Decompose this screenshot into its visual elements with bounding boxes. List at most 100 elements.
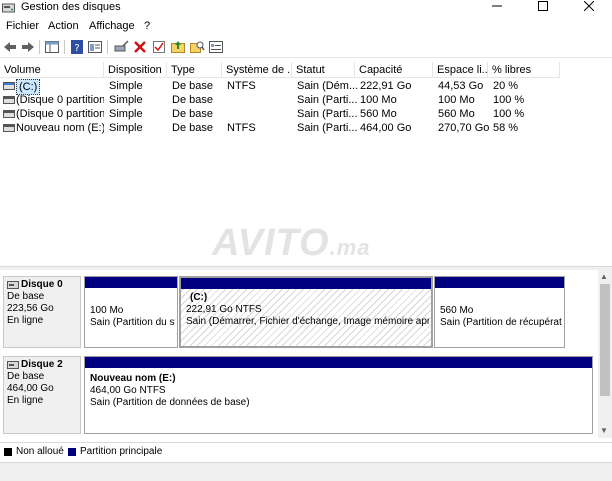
check-icon[interactable] — [151, 39, 167, 55]
status-bar — [0, 462, 612, 481]
console-tree-icon[interactable] — [44, 39, 60, 55]
legend-label: Partition principale — [80, 446, 163, 457]
table-row[interactable]: (Disque 0 partition... Simple De base Sa… — [0, 93, 560, 107]
volume-percent-free: 100 % — [493, 94, 525, 106]
column-header-disposition[interactable]: Disposition — [104, 62, 167, 78]
partition-disk0-system[interactable]: 100 Mo Sain (Partition du sys — [84, 276, 178, 348]
delete-icon[interactable] — [132, 39, 148, 55]
volume-status: Sain (Parti... — [297, 94, 358, 106]
volume-name: (Disque 0 partition... — [16, 108, 104, 120]
svg-text:?: ? — [74, 43, 79, 54]
menu-bar: Fichier Action Affichage ? — [0, 19, 612, 35]
watermark-suffix: .ma — [329, 235, 371, 260]
toolbar-separator — [107, 40, 108, 54]
disk-state: En ligne — [7, 395, 44, 406]
volume-icon — [3, 96, 15, 104]
partition-size: 222,91 Go NTFS — [186, 304, 262, 315]
toolbar: ? — [0, 37, 612, 58]
volume-icon — [3, 82, 15, 90]
column-header-status[interactable]: Statut — [292, 62, 355, 78]
back-arrow-icon[interactable] — [2, 39, 18, 55]
legend-swatch-unallocated — [4, 448, 12, 456]
minimize-button[interactable] — [474, 0, 520, 17]
legend: Non alloué Partition principale — [0, 442, 612, 461]
partition-size: 100 Mo — [90, 305, 124, 316]
scrollbar-thumb[interactable] — [600, 284, 610, 396]
properties-icon[interactable] — [87, 39, 103, 55]
disk-0-label[interactable]: Disque 0 De base 223,56 Go En ligne — [3, 276, 81, 348]
disk-graphic-view: Disque 0 De base 223,56 Go En ligne 100 … — [0, 270, 598, 438]
partition-disk0-c[interactable]: (C:) 222,91 Go NTFS Sain (Démarrer, Fich… — [179, 276, 433, 348]
partition-size: 560 Mo — [440, 305, 474, 316]
volume-status: Sain (Parti... — [297, 108, 358, 120]
column-header-filesystem[interactable]: Système de ... — [222, 62, 292, 78]
partition-status: Sain (Partition du sys — [90, 317, 175, 328]
volume-filesystem: NTFS — [227, 80, 256, 92]
disk-icon — [7, 361, 19, 369]
disk-icon — [7, 281, 19, 289]
disk-management-icon — [2, 3, 15, 13]
volume-percent-free: 100 % — [493, 108, 525, 120]
column-header-capacity[interactable]: Capacité — [355, 62, 433, 78]
volume-capacity: 100 Mo — [360, 94, 397, 106]
table-row[interactable]: Nouveau nom (E:) Simple De base NTFS Sai… — [0, 121, 560, 135]
scroll-down-icon[interactable]: ▼ — [600, 426, 608, 435]
vertical-scrollbar[interactable]: ▲ ▼ — [598, 270, 612, 438]
partition-status: Sain (Partition de récupérati — [440, 317, 562, 328]
disk-type: De base — [7, 371, 45, 382]
watermark: AVITO.ma — [212, 222, 371, 265]
table-row[interactable]: (Disque 0 partition... Simple De base Sa… — [0, 107, 560, 121]
help-icon[interactable]: ? — [69, 39, 85, 55]
settings-panel-icon[interactable] — [208, 39, 224, 55]
volume-icon — [3, 124, 15, 132]
partition-name: (C:) — [190, 292, 208, 303]
volume-capacity: 222,91 Go — [360, 80, 412, 92]
volume-status: Sain (Dém... — [297, 80, 359, 92]
column-header-percent-free[interactable]: % libres — [488, 62, 560, 78]
window-title: Gestion des disques — [21, 1, 121, 13]
title-bar: Gestion des disques — [0, 0, 612, 17]
volume-type: De base — [172, 94, 213, 106]
partition-bar — [85, 357, 592, 368]
disk-size: 223,56 Go — [7, 303, 54, 314]
partition-status: Sain (Partition de données de base) — [90, 397, 250, 408]
menu-action[interactable]: Action — [48, 20, 79, 32]
volume-type: De base — [172, 80, 213, 92]
menu-affichage[interactable]: Affichage — [89, 20, 135, 32]
disk-name: Disque 0 — [21, 279, 63, 290]
volume-icon — [3, 110, 15, 118]
table-row[interactable]: (C:) Simple De base NTFS Sain (Dém... 22… — [0, 79, 560, 95]
column-header-volume[interactable]: Volume — [0, 62, 104, 78]
volume-capacity: 560 Mo — [360, 108, 397, 120]
volume-free-space: 100 Mo — [438, 94, 475, 106]
partition-name: Nouveau nom (E:) — [90, 373, 176, 384]
volume-type: De base — [172, 122, 213, 134]
column-header-type[interactable]: Type — [167, 62, 222, 78]
partition-size: 464,00 Go NTFS — [90, 385, 166, 396]
connect-disk-icon[interactable] — [113, 39, 129, 55]
disk-type: De base — [7, 291, 45, 302]
close-icon — [583, 0, 595, 12]
disk-2-label[interactable]: Disque 2 De base 464,00 Go En ligne — [3, 356, 81, 434]
volume-disposition: Simple — [109, 94, 143, 106]
disk-size: 464,00 Go — [7, 383, 54, 394]
maximize-button[interactable] — [520, 0, 566, 17]
toolbar-separator — [64, 40, 65, 54]
scroll-up-icon[interactable]: ▲ — [600, 272, 608, 281]
column-header-free-space[interactable]: Espace li... — [433, 62, 488, 78]
close-button[interactable] — [566, 0, 612, 17]
up-folder-icon[interactable] — [170, 39, 186, 55]
menu-help[interactable]: ? — [144, 20, 150, 32]
partition-status: Sain (Démarrer, Fichier d'échange, Image… — [186, 316, 429, 327]
forward-arrow-icon[interactable] — [20, 39, 36, 55]
volume-status: Sain (Parti... — [297, 122, 358, 134]
partition-disk0-recovery[interactable]: 560 Mo Sain (Partition de récupérati — [434, 276, 565, 348]
disk-state: En ligne — [7, 315, 44, 326]
partition-disk2-e[interactable]: Nouveau nom (E:) 464,00 Go NTFS Sain (Pa… — [84, 356, 593, 434]
search-icon[interactable] — [189, 39, 205, 55]
menu-fichier[interactable]: Fichier — [6, 20, 39, 32]
volume-free-space: 560 Mo — [438, 108, 475, 120]
maximize-icon — [538, 1, 548, 11]
volume-disposition: Simple — [109, 122, 143, 134]
partition-bar — [181, 278, 431, 289]
